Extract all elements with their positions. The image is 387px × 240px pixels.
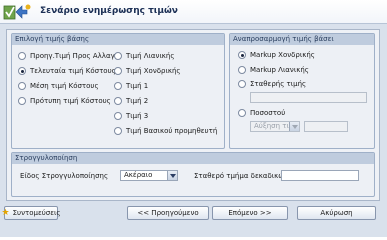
- wizard-content-panel: Επιλογή τιμής βάσης Προηγ.Τιμή Προς Αλλα…: [6, 29, 380, 201]
- radio-standard-cost[interactable]: Πρότυπη τιμή Κόστους: [18, 97, 111, 105]
- recalc-group: Αναπροσαρμογή τιμής βάσει Markup Χονδρικ…: [229, 33, 375, 149]
- cancel-button-label: Ακύρωση: [320, 209, 353, 217]
- wizard-logo-icon: [3, 4, 31, 20]
- radio-price-3[interactable]: Τιμή 3: [114, 112, 148, 120]
- rounding-group-title: Στρογγυλοποίηση: [12, 153, 374, 164]
- recalc-group-title: Αναπροσαρμογή τιμής βάσει: [230, 34, 374, 45]
- previous-button-label: << Προηγούμενο: [137, 209, 199, 217]
- chevron-down-icon[interactable]: [289, 122, 299, 131]
- rounding-type-label: Είδος Στρογγυλοποίησης: [20, 172, 109, 180]
- wizard-window: Σενάριο ενημέρωσης τιμών Επιλογή τιμής β…: [0, 0, 387, 237]
- radio-label: Ποσοστού: [250, 109, 286, 117]
- radio-wholesale-price[interactable]: Τιμή Χονδρικής: [114, 67, 181, 75]
- radio-label: Τιμή Χονδρικής: [126, 67, 181, 75]
- radio-dot[interactable]: [238, 109, 246, 117]
- radio-label: Μέση τιμή Κόστους: [30, 82, 99, 90]
- radio-label: Τιμή Βασικού προμηθευτή: [126, 127, 218, 135]
- radio-dot[interactable]: [238, 66, 246, 74]
- radio-label: Πρότυπη τιμή Κόστους: [30, 97, 111, 105]
- radio-label: Τιμή 3: [126, 112, 149, 120]
- percent-mode-value: Αύξηση τι: [254, 122, 289, 130]
- radio-dot[interactable]: [114, 97, 122, 105]
- radio-label: Σταθερής τιμής: [250, 80, 307, 88]
- rounding-type-value: Ακέραιο: [124, 171, 153, 179]
- rounding-type-select[interactable]: Ακέραιο: [120, 170, 178, 181]
- radio-label: Markup Χονδρικής: [250, 51, 315, 59]
- radio-dot[interactable]: [114, 52, 122, 60]
- radio-dot[interactable]: [114, 67, 122, 75]
- radio-last-cost[interactable]: Τελευταία τιμή Κόστους: [18, 67, 116, 75]
- decimals-field[interactable]: [281, 170, 359, 181]
- radio-supplier-price[interactable]: Τιμή Βασικού προμηθευτή: [114, 127, 217, 135]
- favorites-button-label: Συντομεύσεις: [12, 209, 61, 217]
- favorites-button[interactable]: ★ Συντομεύσεις: [1, 206, 61, 220]
- previous-button[interactable]: << Προηγούμενο: [127, 206, 209, 220]
- wizard-title: Σενάριο ενημέρωσης τιμών: [40, 6, 178, 16]
- radio-label: Markup Λιανικής: [250, 66, 309, 74]
- radio-avg-cost[interactable]: Μέση τιμή Κόστους: [18, 82, 99, 90]
- cancel-button[interactable]: Ακύρωση: [297, 206, 376, 220]
- radio-dot[interactable]: [18, 52, 26, 60]
- radio-label: Τελευταία τιμή Κόστους: [30, 67, 116, 75]
- decimals-label: Σταθερό τμήμα δεκαδικών: [194, 172, 289, 180]
- chevron-down-icon[interactable]: [167, 171, 177, 180]
- radio-dot[interactable]: [114, 127, 122, 135]
- radio-dot[interactable]: [238, 80, 246, 88]
- base-price-group-title: Επιλογή τιμής βάσης: [12, 34, 224, 45]
- radio-dot[interactable]: [18, 97, 26, 105]
- radio-markup-retail[interactable]: Markup Λιανικής: [238, 66, 309, 74]
- radio-dot[interactable]: [114, 82, 122, 90]
- radio-label: Τιμή 1: [126, 82, 149, 90]
- next-button-label: Επόμενο >>: [228, 209, 272, 217]
- radio-label: Τιμή Λιανικής: [126, 52, 175, 60]
- radio-retail-price[interactable]: Τιμή Λιανικής: [114, 52, 174, 60]
- radio-label: Προηγ.Τιμή Προς Αλλαγή: [30, 52, 120, 60]
- fixed-price-field[interactable]: [250, 92, 367, 103]
- radio-prev-price[interactable]: Προηγ.Τιμή Προς Αλλαγή: [18, 52, 119, 60]
- radio-percentage[interactable]: Ποσοστού: [238, 109, 285, 117]
- radio-dot[interactable]: [114, 112, 122, 120]
- percent-value-field[interactable]: [304, 121, 348, 132]
- radio-fixed-price[interactable]: Σταθερής τιμής: [238, 80, 306, 88]
- radio-dot-selected[interactable]: [238, 51, 246, 59]
- radio-markup-wholesale[interactable]: Markup Χονδρικής: [238, 51, 315, 59]
- next-button[interactable]: Επόμενο >>: [212, 206, 288, 220]
- wizard-header: Σενάριο ενημέρωσης τιμών: [0, 0, 387, 24]
- radio-label: Τιμή 2: [126, 97, 149, 105]
- radio-dot-selected[interactable]: [18, 67, 26, 75]
- radio-dot[interactable]: [18, 82, 26, 90]
- radio-price-1[interactable]: Τιμή 1: [114, 82, 148, 90]
- radio-price-2[interactable]: Τιμή 2: [114, 97, 148, 105]
- base-price-group: Επιλογή τιμής βάσης Προηγ.Τιμή Προς Αλλα…: [11, 33, 225, 149]
- percent-mode-select[interactable]: Αύξηση τι: [250, 121, 300, 132]
- star-icon: ★: [1, 207, 10, 218]
- rounding-group: Στρογγυλοποίηση Είδος Στρογγυλοποίησης Α…: [11, 152, 375, 197]
